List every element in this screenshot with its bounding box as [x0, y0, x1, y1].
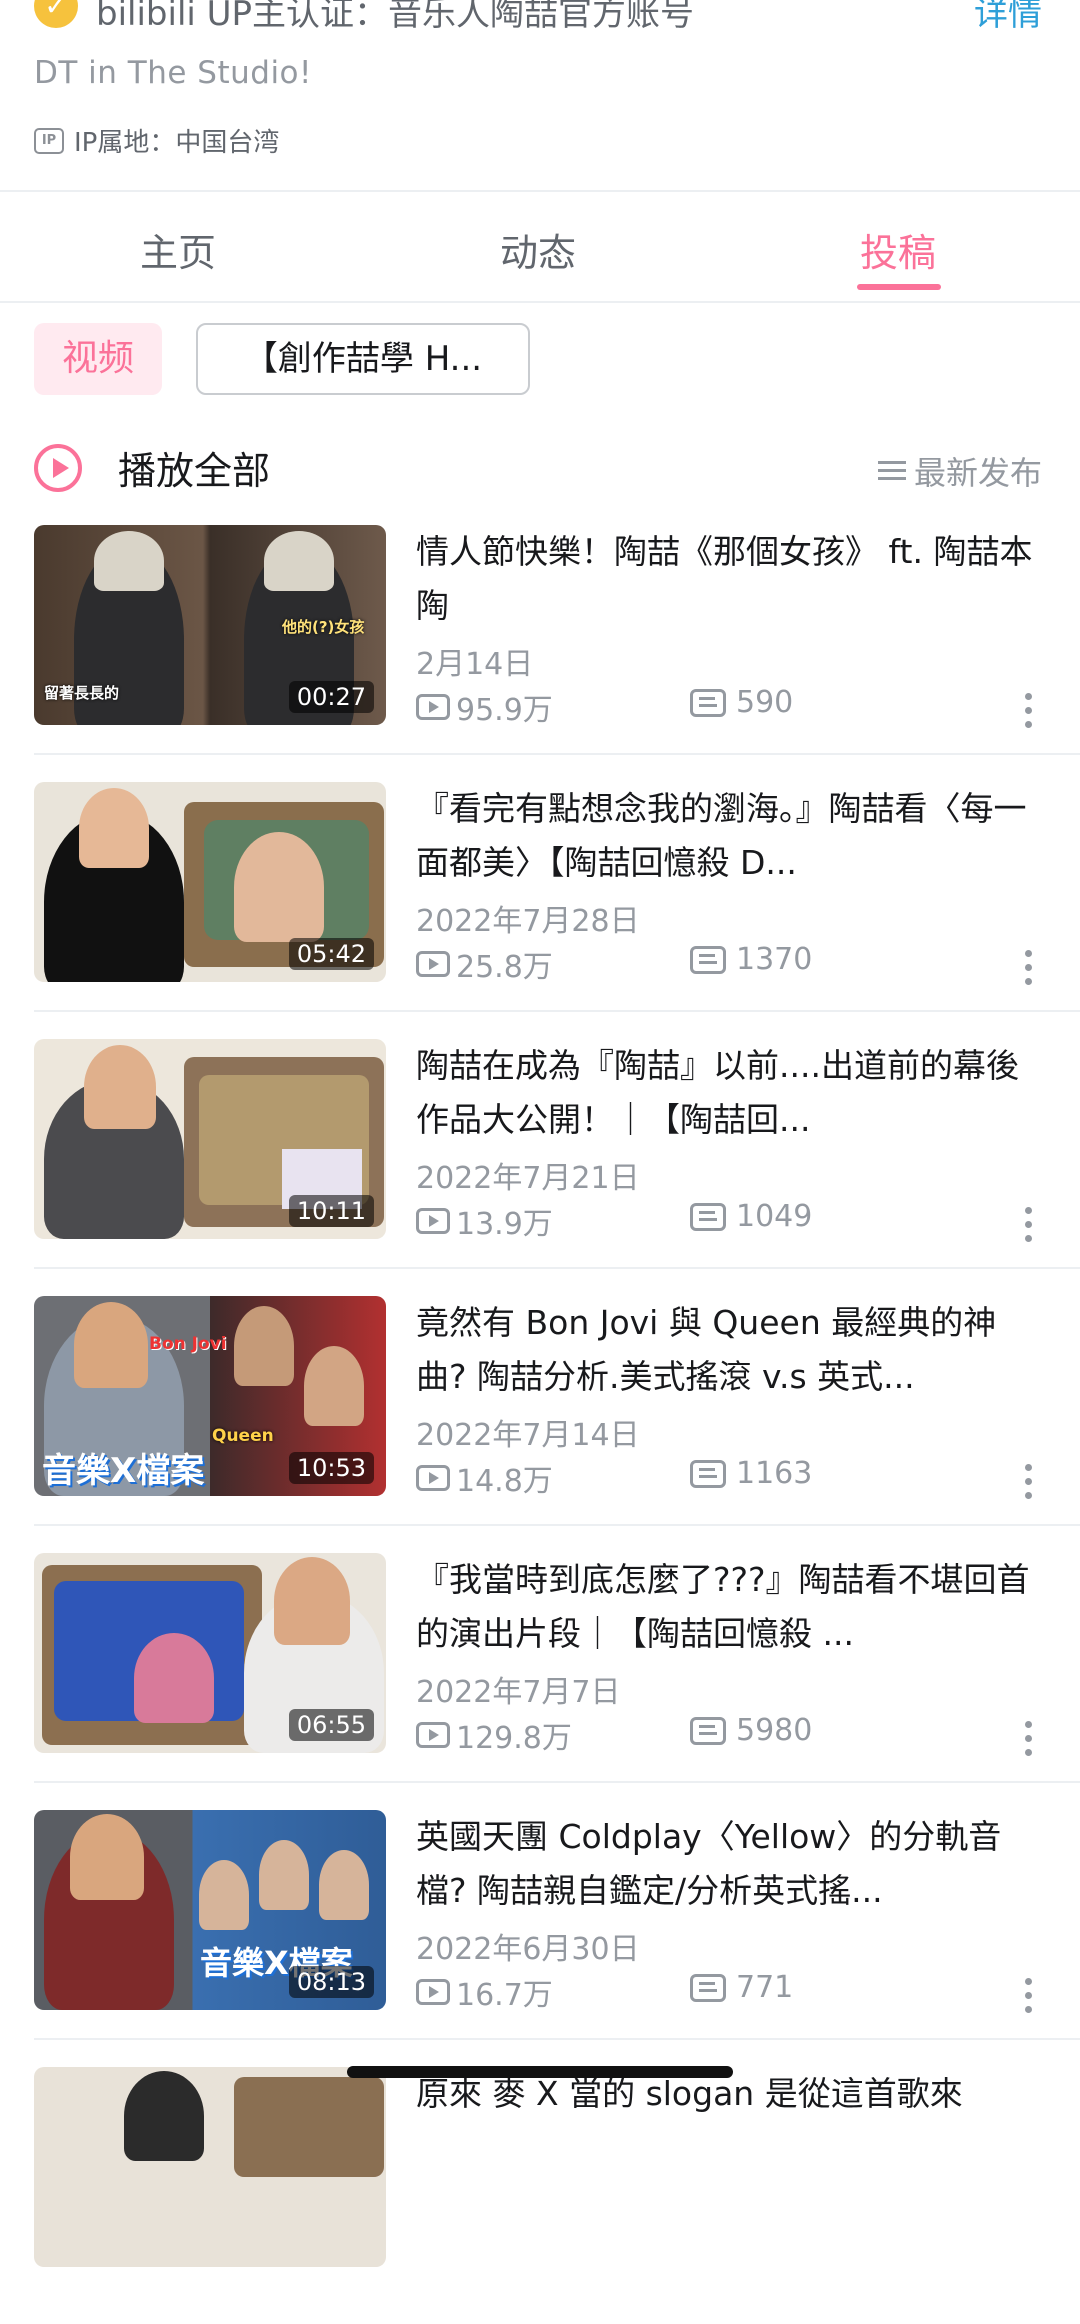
certification-text: bilibili UP主认证：音乐人陶喆官方账号: [96, 0, 695, 30]
video-thumbnail[interactable]: [34, 2067, 386, 2267]
video-item[interactable]: 留著長長的 他的(?)女孩 00:27 情人節快樂！陶喆《那個女孩》 ft. 陶…: [0, 525, 1080, 782]
thumbnail-caption: Queen: [212, 1426, 274, 1446]
video-item[interactable]: 音樂X檔案 08:13 英國天團 Coldplay〈Yellow〉的分軌音檔? …: [0, 1810, 1080, 2067]
video-duration: 10:11: [288, 1195, 374, 1227]
video-item[interactable]: 06:55 『我當時到底怎麼了???』陶喆看不堪回首的演出片段｜【陶喆回憶殺 .…: [0, 1553, 1080, 1810]
tab-uploads[interactable]: 投稿: [798, 222, 998, 277]
danmaku-icon: [690, 688, 726, 717]
video-date: 2月14日: [416, 647, 534, 682]
video-item[interactable]: 音樂X檔案 Bon Jovi Queen 10:53 竟然有 Bon Jovi …: [0, 1296, 1080, 1553]
danmaku-count: 590: [736, 685, 794, 720]
thumbnail-caption: 他的(?)女孩: [282, 618, 365, 636]
video-title[interactable]: 竟然有 Bon Jovi 與 Queen 最經典的神曲? 陶喆分析.美式搖滾 v…: [416, 1296, 1036, 1404]
video-thumbnail[interactable]: 10:11: [34, 1039, 386, 1239]
ip-icon: IP: [34, 127, 64, 154]
sort-label: 最新发布: [913, 454, 1042, 492]
play-count-icon: [416, 1465, 450, 1491]
channel-bio: DT in The Studio!: [34, 55, 312, 91]
verified-icon: ✓: [34, 0, 78, 28]
video-title[interactable]: 原來 麥 X 當的 slogan 是從這首歌來: [416, 2067, 1036, 2175]
video-item[interactable]: 原來 麥 X 當的 slogan 是從這首歌來: [0, 2067, 1080, 2324]
item-divider: [34, 1524, 1080, 1526]
video-date: 2022年7月14日: [416, 1418, 640, 1453]
tab-dynamics[interactable]: 动态: [438, 222, 638, 277]
video-duration: 05:42: [288, 938, 374, 970]
video-duration: 10:53: [288, 1452, 374, 1484]
play-circle-icon: [34, 443, 82, 492]
item-divider: [34, 1267, 1080, 1269]
danmaku-icon: [690, 1459, 726, 1488]
more-options-icon[interactable]: [1018, 1721, 1038, 1763]
view-count: 25.8万: [456, 950, 553, 985]
more-options-icon[interactable]: [1018, 1978, 1038, 2020]
sort-button[interactable]: 最新发布: [877, 448, 1042, 494]
video-thumbnail[interactable]: 留著長長的 他的(?)女孩 00:27: [34, 525, 386, 725]
view-count: 13.9万: [456, 1207, 553, 1242]
more-options-icon[interactable]: [1018, 950, 1038, 992]
danmaku-icon: [690, 1973, 726, 2002]
video-date: 2022年7月28日: [416, 904, 640, 939]
video-thumbnail[interactable]: 音樂X檔案 Bon Jovi Queen 10:53: [34, 1296, 386, 1496]
video-date: 2022年6月30日: [416, 1932, 640, 1967]
tab-home[interactable]: 主页: [78, 222, 278, 277]
video-title[interactable]: 『我當時到底怎麼了???』陶喆看不堪回首的演出片段｜【陶喆回憶殺 ...: [416, 1553, 1036, 1661]
item-divider: [34, 1010, 1080, 1012]
danmaku-icon: [690, 1716, 726, 1745]
play-count-icon: [416, 951, 450, 977]
video-duration: 08:13: [288, 1966, 374, 1998]
video-title[interactable]: 英國天團 Coldplay〈Yellow〉的分軌音檔? 陶喆親自鑑定/分析英式搖…: [416, 1810, 1036, 1918]
play-count-icon: [416, 694, 450, 720]
more-options-icon[interactable]: [1018, 1464, 1038, 1506]
play-all-label: 播放全部: [118, 449, 271, 493]
video-title[interactable]: 『看完有點想念我的瀏海。』陶喆看〈每一面都美〉【陶喆回憶殺 D...: [416, 782, 1036, 890]
home-indicator: [347, 2066, 733, 2078]
tabs-divider: [0, 301, 1080, 303]
video-list: 留著長長的 他的(?)女孩 00:27 情人節快樂！陶喆《那個女孩》 ft. 陶…: [0, 525, 1080, 2324]
active-tab-indicator: [857, 284, 941, 290]
ip-location: IP属地：中国台湾: [74, 128, 280, 158]
video-item[interactable]: 10:11 陶喆在成為『陶喆』以前....出道前的幕後作品大公開！｜【陶喆回..…: [0, 1039, 1080, 1296]
more-options-icon[interactable]: [1018, 693, 1038, 735]
view-count: 129.8万: [456, 1721, 572, 1756]
profile-tabs: 主页 动态 投稿: [0, 192, 1080, 302]
video-thumbnail[interactable]: 音樂X檔案 08:13: [34, 1810, 386, 2010]
ip-location-row: IP IP属地：中国台湾: [34, 122, 279, 159]
video-date: 2022年7月21日: [416, 1161, 640, 1196]
danmaku-count: 771: [736, 1970, 794, 2005]
thumbnail-caption: 音樂X檔案: [42, 1451, 205, 1491]
item-divider: [34, 2038, 1080, 2040]
view-count: 16.7万: [456, 1978, 553, 2013]
thumbnail-caption: 留著長長的: [44, 684, 120, 702]
danmaku-icon: [690, 1202, 726, 1231]
video-duration: 00:27: [288, 681, 374, 713]
item-divider: [34, 753, 1080, 755]
danmaku-count: 1163: [736, 1456, 813, 1491]
danmaku-count: 1370: [736, 942, 813, 977]
video-thumbnail[interactable]: 05:42: [34, 782, 386, 982]
video-title[interactable]: 情人節快樂！陶喆《那個女孩》 ft. 陶喆本陶: [416, 525, 1036, 633]
thumbnail-caption: Bon Jovi: [149, 1334, 227, 1354]
up-certification-row: ✓ bilibili UP主认证：音乐人陶喆官方账号 详情: [0, 0, 1080, 30]
danmaku-count: 5980: [736, 1713, 813, 1748]
more-options-icon[interactable]: [1018, 1207, 1038, 1249]
details-link[interactable]: 详情: [974, 0, 1042, 30]
play-count-icon: [416, 1979, 450, 2005]
video-date: 2022年7月7日: [416, 1675, 621, 1710]
video-item[interactable]: 05:42 『看完有點想念我的瀏海。』陶喆看〈每一面都美〉【陶喆回憶殺 D...…: [0, 782, 1080, 1039]
play-all-button[interactable]: 播放全部: [34, 440, 270, 495]
filter-chip-series[interactable]: 【創作喆學 H...: [196, 323, 530, 395]
list-icon: [877, 459, 906, 483]
filter-chip-video[interactable]: 视频: [34, 323, 162, 395]
video-duration: 06:55: [288, 1709, 374, 1741]
play-count-icon: [416, 1208, 450, 1234]
view-count: 95.9万: [456, 693, 553, 728]
video-title[interactable]: 陶喆在成為『陶喆』以前....出道前的幕後作品大公開！｜【陶喆回...: [416, 1039, 1036, 1147]
danmaku-icon: [690, 945, 726, 974]
danmaku-count: 1049: [736, 1199, 813, 1234]
view-count: 14.8万: [456, 1464, 553, 1499]
item-divider: [34, 1781, 1080, 1783]
video-thumbnail[interactable]: 06:55: [34, 1553, 386, 1753]
play-count-icon: [416, 1722, 450, 1748]
